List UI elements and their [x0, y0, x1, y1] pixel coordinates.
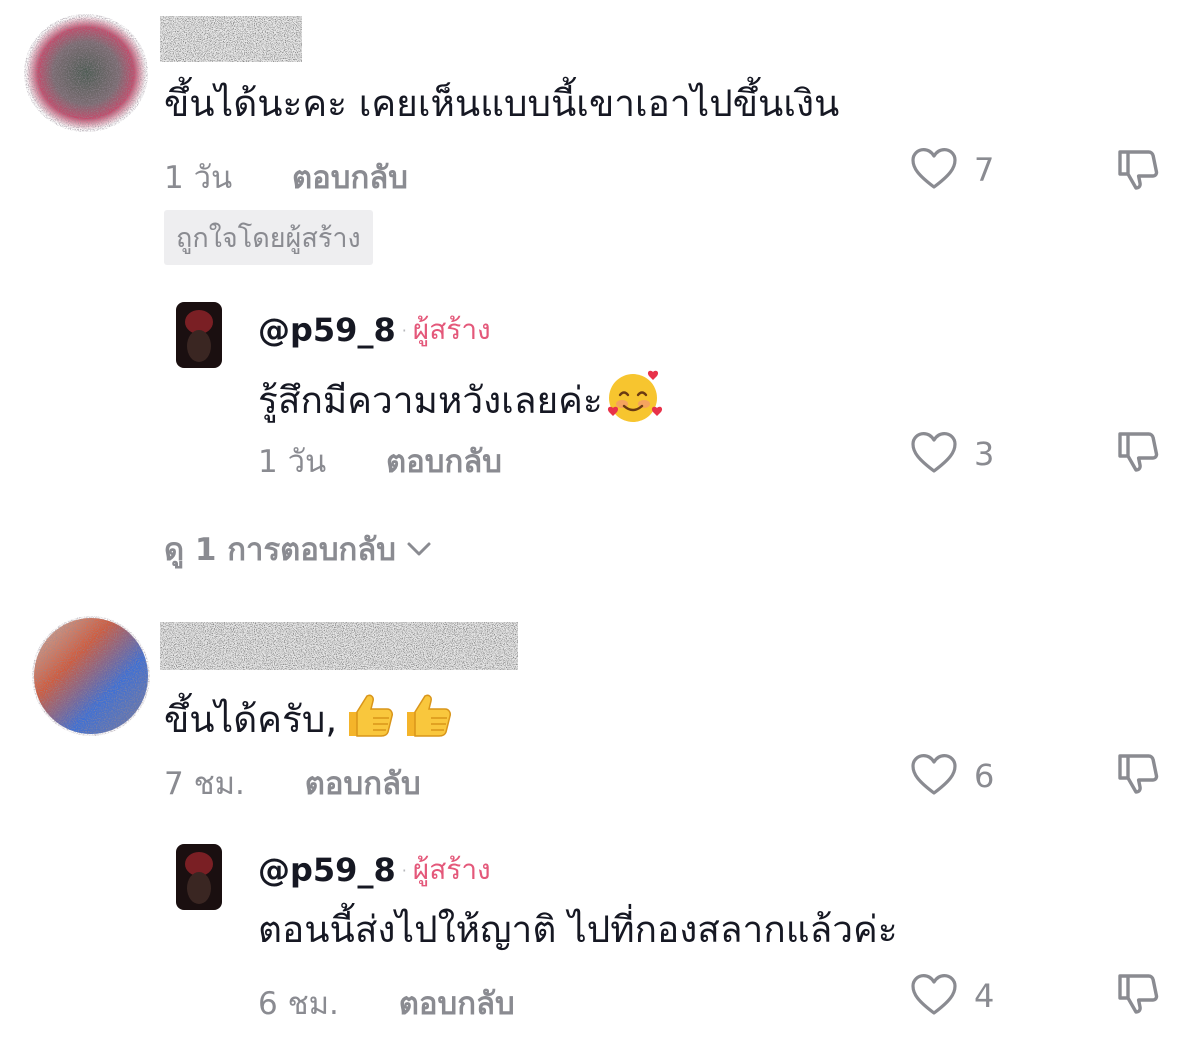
comment-text: ขึ้นได้นะคะ เคยเห็นแบบนี้เขาเอาไปขึ้นเงิ…: [164, 82, 840, 125]
reply-button[interactable]: ตอบกลับ: [292, 160, 408, 196]
reply-meta: 6 ชม. ตอบกลับ: [258, 978, 515, 1028]
heart-outline-icon: [910, 430, 958, 478]
creator-label: ผู้สร้าง: [412, 853, 491, 886]
reply-meta: 1 วัน ตอบกลับ: [258, 436, 502, 486]
like-count: 3: [974, 435, 995, 473]
thumbs-down-outline-icon: [1114, 428, 1162, 480]
comment-text-row: ขึ้นได้ครับ,: [164, 688, 455, 752]
comment-1: ขึ้นได้นะคะ เคยเห็นแบบนี้เขาเอาไปขึ้นเงิ…: [0, 0, 1200, 568]
thumbs-down-outline-icon: [1114, 750, 1162, 802]
thumbs-up-icon: [343, 688, 397, 752]
avatar[interactable]: [24, 14, 148, 132]
like-count: 6: [974, 757, 995, 795]
thumbs-up-icon: [401, 688, 455, 752]
separator-dot: ·: [401, 320, 407, 340]
creator-label: ผู้สร้าง: [412, 313, 491, 346]
dislike-button[interactable]: [1114, 970, 1162, 1022]
timestamp: 1 วัน: [258, 444, 327, 480]
username-blurred[interactable]: [160, 16, 302, 62]
reply-avatar[interactable]: [176, 844, 222, 910]
like-button[interactable]: 6: [910, 754, 994, 798]
like-button[interactable]: 4: [910, 974, 994, 1018]
chevron-down-icon: [406, 531, 432, 567]
like-count: 4: [974, 977, 995, 1015]
comment-2: ขึ้นได้ครับ, 7 ชม. ตอบกลับ 6 @p59_8 · ผู…: [0, 600, 1200, 1044]
comment-meta: 7 ชม. ตอบกลับ: [164, 758, 421, 808]
dislike-button[interactable]: [1114, 428, 1162, 480]
liked-by-creator-badge: ถูกใจโดยผู้สร้าง: [164, 210, 373, 265]
reply-avatar[interactable]: [176, 302, 222, 368]
thumbs-down-outline-icon: [1114, 970, 1162, 1022]
reply-button[interactable]: ตอบกลับ: [305, 766, 421, 802]
like-count: 7: [974, 151, 995, 189]
reply-username[interactable]: @p59_8: [258, 851, 396, 889]
view-replies-button[interactable]: ดู 1 การตอบกลับ: [164, 524, 432, 574]
timestamp: 1 วัน: [164, 160, 233, 196]
reply-text: รู้สึกมีความหวังเลยค่ะ: [258, 379, 603, 422]
reply-button[interactable]: ตอบกลับ: [386, 444, 502, 480]
thumbs-down-outline-icon: [1114, 146, 1162, 198]
timestamp: 6 ชม.: [258, 986, 339, 1022]
comment-meta: 1 วัน ตอบกลับ: [164, 152, 408, 202]
reply-header: @p59_8 · ผู้สร้าง: [258, 848, 491, 892]
reply-text: ตอนนี้ส่งไปให้ญาติ ไปที่กองสลากแล้วค่ะ: [258, 908, 898, 951]
reply-username[interactable]: @p59_8: [258, 311, 396, 349]
separator-dot: ·: [401, 860, 407, 880]
heart-outline-icon: [910, 146, 958, 194]
dislike-button[interactable]: [1114, 146, 1162, 198]
heart-outline-icon: [910, 752, 958, 800]
comment-text: ขึ้นได้ครับ,: [164, 698, 338, 741]
avatar[interactable]: [32, 616, 150, 736]
dislike-button[interactable]: [1114, 750, 1162, 802]
view-replies-label: ดู 1 การตอบกลับ: [164, 532, 396, 568]
username-blurred[interactable]: [160, 622, 518, 670]
smiling-face-with-hearts-icon: [605, 368, 663, 434]
reply-text-row: รู้สึกมีความหวังเลยค่ะ: [258, 368, 663, 434]
reply-button[interactable]: ตอบกลับ: [399, 986, 515, 1022]
reply-header: @p59_8 · ผู้สร้าง: [258, 308, 491, 352]
like-button[interactable]: 7: [910, 148, 994, 192]
timestamp: 7 ชม.: [164, 766, 245, 802]
like-button[interactable]: 3: [910, 432, 994, 476]
heart-outline-icon: [910, 972, 958, 1020]
